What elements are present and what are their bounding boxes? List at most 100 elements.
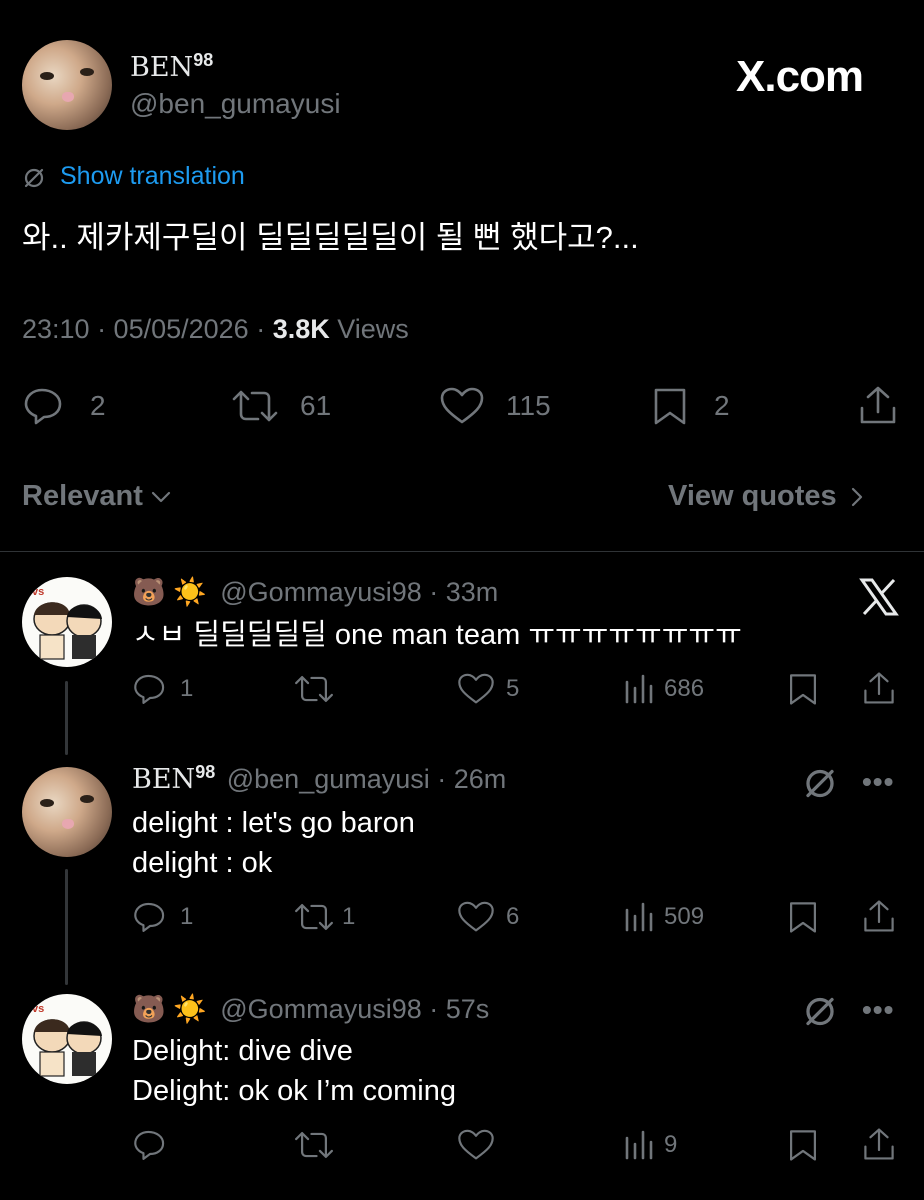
heart-icon [458, 673, 494, 704]
heart-icon [458, 901, 494, 932]
display-name-superscript: 98 [193, 50, 214, 70]
reply-avatar[interactable] [22, 767, 112, 857]
reply-handle[interactable]: @ben_gumayusi [227, 764, 430, 794]
reply-line: delight : let's go baron [132, 807, 415, 839]
views-count: 3.8K [272, 314, 330, 344]
user-emojis: 🐻 ☀️ [132, 994, 207, 1024]
repost-icon [295, 675, 333, 703]
bookmark-icon [789, 902, 817, 933]
watermark-text: X.com [736, 52, 864, 101]
heart-icon [440, 387, 484, 424]
reply-handle[interactable]: @Gommayusi98 [220, 577, 421, 607]
share-icon [860, 386, 896, 424]
author-display-name[interactable]: BEN98 [130, 50, 214, 83]
repost-count: 61 [300, 390, 332, 421]
repost-button[interactable] [292, 672, 342, 706]
user-emojis: 🐻 ☀️ [132, 577, 207, 607]
reply-time[interactable]: · 33m [422, 577, 498, 607]
bookmark-button[interactable] [786, 900, 820, 934]
reply-time[interactable]: · 57s [422, 994, 489, 1024]
show-translation-link[interactable]: Show translation [60, 162, 245, 191]
analytics-icon [625, 674, 653, 704]
reply-icon [24, 388, 62, 425]
bookmark-icon [789, 1130, 817, 1161]
reply-header: 🐻 ☀️ @Gommayusi98 · 33m [132, 576, 498, 608]
more-options-icon[interactable]: ••• [862, 994, 894, 1026]
analytics-icon [625, 902, 653, 932]
reply-avatar[interactable]: vs [22, 577, 112, 667]
share-button[interactable] [862, 898, 896, 934]
bookmark-count: 2 [714, 390, 730, 421]
share-button[interactable] [862, 1126, 896, 1162]
repost-button[interactable]: 1 [292, 900, 355, 934]
translate-icon[interactable] [802, 764, 838, 805]
reply-line: delight : ok [132, 847, 273, 879]
bookmark-button[interactable]: 2 [650, 386, 730, 426]
bookmark-icon [654, 388, 686, 425]
views-label: Views [329, 314, 409, 344]
repost-icon [295, 1131, 333, 1159]
view-quotes-label: View quotes [668, 480, 837, 512]
like-button[interactable]: 115 [438, 386, 551, 426]
share-icon [864, 1128, 894, 1160]
avatar-eye [80, 68, 94, 76]
views-stat[interactable]: 509 [622, 900, 704, 934]
thread-connector [65, 869, 68, 985]
avatar-nose [62, 92, 74, 102]
reply-count: 1 [180, 903, 194, 930]
share-button[interactable] [858, 384, 898, 426]
views-stat[interactable]: 686 [622, 672, 704, 706]
like-count: 6 [506, 903, 520, 930]
tweet-timestamp[interactable]: 23:10 · 05/05/2026 · [22, 314, 273, 344]
reply-line: Delight: dive dive [132, 1035, 353, 1067]
view-quotes-link[interactable]: View quotes [668, 480, 869, 513]
like-button[interactable] [456, 1128, 506, 1162]
translate-icon[interactable] [802, 992, 838, 1033]
author-handle[interactable]: @ben_gumayusi [130, 88, 341, 120]
views-stat[interactable]: 9 [622, 1128, 677, 1162]
repost-count: 1 [342, 903, 356, 930]
reply-button[interactable] [132, 1128, 180, 1162]
x-com-watermark: X.com [736, 52, 864, 102]
reply-button[interactable]: 2 [22, 386, 106, 426]
display-name-text: BEN [132, 764, 196, 795]
svg-text:vs: vs [32, 1003, 44, 1015]
bookmark-button[interactable] [786, 672, 820, 706]
reply-icon [134, 902, 165, 932]
reply-display-name[interactable]: BEN98 [132, 763, 215, 795]
reply-text: Delight: dive dive Delight: ok ok I’m co… [132, 1031, 456, 1111]
avatar-nose [62, 819, 74, 829]
heart-icon [458, 1129, 494, 1160]
reply-time[interactable]: · 26m [430, 764, 506, 794]
views-count: 686 [664, 675, 705, 702]
views-count: 9 [664, 1131, 678, 1158]
repost-button[interactable]: 61 [230, 386, 331, 426]
reply-button[interactable]: 1 [132, 672, 193, 706]
reply-line: Delight: ok ok I’m coming [132, 1075, 456, 1107]
chevron-right-icon [851, 487, 862, 506]
like-button[interactable]: 5 [456, 672, 519, 706]
like-count: 5 [506, 675, 520, 702]
reply-count: 1 [180, 675, 194, 702]
more-options-icon[interactable]: ••• [862, 766, 894, 798]
reply-button[interactable]: 1 [132, 900, 193, 934]
display-name-text: BEN [130, 52, 194, 83]
reply-header: 🐻 ☀️ @Gommayusi98 · 57s [132, 993, 489, 1025]
reply-text: delight : let's go baron delight : ok [132, 803, 415, 883]
repost-icon [295, 903, 333, 931]
share-icon [864, 672, 894, 704]
reply-icon [134, 1130, 165, 1160]
like-button[interactable]: 6 [456, 900, 519, 934]
translate-icon [22, 165, 46, 194]
bookmark-button[interactable] [786, 1128, 820, 1162]
author-avatar[interactable] [22, 40, 112, 130]
share-button[interactable] [862, 670, 896, 706]
reply-avatar[interactable]: vs [22, 994, 112, 1084]
reply-header: BEN98 @ben_gumayusi · 26m [132, 763, 506, 795]
svg-text:vs: vs [32, 586, 44, 598]
repost-button[interactable] [292, 1128, 342, 1162]
reply-line: ㅅㅂ 딜딜딜딜딜 one man team ㅠㅠㅠㅠㅠㅠㅠㅠ [132, 619, 742, 651]
sort-dropdown[interactable]: Relevant [22, 480, 173, 513]
reply-handle[interactable]: @Gommayusi98 [220, 994, 421, 1024]
views-count: 509 [664, 903, 705, 930]
